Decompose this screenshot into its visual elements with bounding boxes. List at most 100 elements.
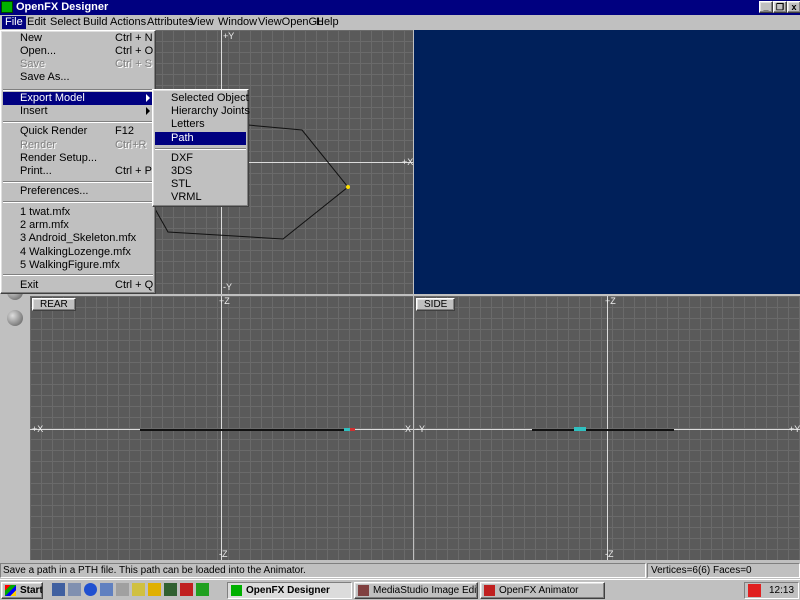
export-vrml[interactable]: VRML bbox=[155, 191, 246, 204]
tray-app-icon[interactable] bbox=[748, 584, 761, 597]
task-mediastudio[interactable]: MediaStudio Image Editor bbox=[354, 582, 478, 599]
export-letters[interactable]: Letters bbox=[155, 118, 246, 131]
file-menu: New Ctrl + N Open... Ctrl + O Save Ctrl … bbox=[0, 30, 156, 294]
recent-file-3[interactable]: 3 Android_Skeleton.mfx bbox=[3, 232, 153, 245]
menu-build[interactable]: Build bbox=[80, 16, 110, 29]
task-label: MediaStudio Image Editor bbox=[373, 585, 478, 596]
shortcut: F12 bbox=[115, 125, 134, 137]
menu-actions[interactable]: Actions bbox=[107, 16, 149, 29]
menu-item-label: New bbox=[20, 32, 43, 44]
export-path[interactable]: Path bbox=[155, 132, 246, 145]
export-3ds[interactable]: 3DS bbox=[155, 165, 246, 178]
z-axis-line bbox=[607, 296, 608, 560]
export-submenu: Selected Object Hierarchy Joints Letters… bbox=[152, 89, 250, 207]
menu-item-label: Quick Render bbox=[20, 125, 88, 137]
menu-item-save-as[interactable]: Save As... bbox=[3, 71, 153, 84]
menu-item-render-setup[interactable]: Render Setup... bbox=[3, 152, 153, 165]
side-viewport[interactable]: SIDE +Z -Z -Y +Y bbox=[414, 296, 800, 560]
start-button[interactable]: Start bbox=[1, 582, 43, 599]
quicklaunch-icon[interactable] bbox=[164, 583, 177, 596]
windows-logo-icon bbox=[5, 585, 16, 596]
perspective-viewport[interactable] bbox=[414, 30, 800, 294]
menu-separator bbox=[3, 181, 153, 183]
menu-item-preferences[interactable]: Preferences... bbox=[3, 185, 153, 198]
menu-help[interactable]: Help bbox=[313, 16, 342, 29]
menu-window[interactable]: Window bbox=[215, 16, 260, 29]
start-label: Start bbox=[20, 585, 43, 596]
openfx-designer-icon bbox=[231, 585, 242, 596]
clock: 12:13 bbox=[769, 585, 795, 596]
explorer-icon[interactable] bbox=[68, 583, 81, 596]
shortcut: Ctrl + S bbox=[115, 58, 152, 70]
menu-select[interactable]: Select bbox=[47, 16, 84, 29]
openfx-icon[interactable] bbox=[196, 583, 209, 596]
axis-label-bottom: -Z bbox=[219, 549, 228, 559]
recent-file-1[interactable]: 1 twat.mfx bbox=[3, 206, 153, 219]
menu-item-export-model[interactable]: Export Model bbox=[3, 92, 153, 105]
menu-item-print[interactable]: Print... Ctrl + P bbox=[3, 165, 153, 178]
quicklaunch-icon[interactable] bbox=[116, 583, 129, 596]
path-vertex-marker bbox=[350, 428, 355, 431]
export-selected-object[interactable]: Selected Object bbox=[155, 92, 249, 105]
close-button[interactable]: x bbox=[787, 1, 800, 13]
z-axis-line bbox=[221, 296, 222, 560]
menu-item-label: Print... bbox=[20, 165, 52, 177]
minimize-button[interactable]: _ bbox=[759, 1, 773, 13]
recent-file-5[interactable]: 5 WalkingFigure.mfx bbox=[3, 259, 153, 272]
task-label: OpenFX Designer bbox=[246, 585, 330, 596]
restore-button[interactable]: ❐ bbox=[773, 1, 787, 13]
side-view-label: SIDE bbox=[416, 298, 456, 311]
menu-item-save[interactable]: Save Ctrl + S bbox=[3, 58, 153, 71]
submenu-arrow-icon bbox=[146, 107, 150, 115]
show-desktop-icon[interactable] bbox=[52, 583, 65, 596]
axis-label-top: +Z bbox=[219, 296, 230, 306]
menu-separator bbox=[3, 121, 153, 123]
axis-label-top: +Z bbox=[605, 296, 616, 306]
task-openfx-designer[interactable]: OpenFX Designer bbox=[227, 582, 352, 599]
menu-item-label: Open... bbox=[20, 45, 57, 57]
shortcut: Ctrl+R bbox=[115, 139, 147, 151]
menu-edit[interactable]: Edit bbox=[24, 16, 49, 29]
menu-item-label: Insert bbox=[20, 105, 48, 117]
axis-label-right: -X bbox=[402, 424, 411, 434]
task-openfx-animator[interactable]: OpenFX Animator bbox=[480, 582, 605, 599]
path-vertex-marker bbox=[574, 427, 586, 431]
title-bar: OpenFX Designer _ ❐ x bbox=[0, 0, 800, 15]
menu-separator bbox=[3, 201, 153, 203]
notepad-icon[interactable] bbox=[132, 583, 145, 596]
shortcut: Ctrl + O bbox=[115, 45, 154, 57]
menu-view[interactable]: View bbox=[187, 16, 217, 29]
rear-view-label: REAR bbox=[32, 298, 76, 311]
menu-item-exit[interactable]: Exit Ctrl + Q bbox=[3, 279, 153, 292]
recent-file-4[interactable]: 4 WalkingLozenge.mfx bbox=[3, 246, 153, 259]
tool-sphere-icon[interactable] bbox=[7, 310, 23, 326]
menu-separator bbox=[3, 274, 153, 276]
media-player-icon[interactable] bbox=[148, 583, 161, 596]
menu-item-open[interactable]: Open... Ctrl + O bbox=[3, 45, 153, 58]
submenu-arrow-icon bbox=[146, 94, 150, 102]
openfx-animator-icon bbox=[484, 585, 495, 596]
recent-file-2[interactable]: 2 arm.mfx bbox=[3, 219, 153, 232]
menu-item-label: Render bbox=[20, 139, 57, 151]
menu-item-label: Save bbox=[20, 58, 46, 70]
path-edge-view bbox=[532, 429, 674, 431]
axis-label-left: +X bbox=[32, 424, 44, 434]
menu-item-render[interactable]: Render Ctrl+R bbox=[3, 139, 153, 152]
taskbar: Start OpenFX Designer MediaStudio Image … bbox=[0, 579, 800, 600]
app-icon bbox=[1, 1, 13, 13]
menu-file[interactable]: File bbox=[2, 16, 26, 29]
export-stl[interactable]: STL bbox=[155, 178, 246, 191]
axis-label-left: -Y bbox=[416, 424, 425, 434]
menu-item-quick-render[interactable]: Quick Render F12 bbox=[3, 125, 153, 138]
shortcut: Ctrl + P bbox=[115, 165, 152, 177]
internet-explorer-icon[interactable] bbox=[84, 583, 97, 596]
status-message: Save a path in a PTH file. This path can… bbox=[0, 563, 646, 578]
menu-item-new[interactable]: New Ctrl + N bbox=[3, 32, 153, 45]
export-hierarchy-joints[interactable]: Hierarchy Joints bbox=[155, 105, 250, 118]
menu-item-insert[interactable]: Insert bbox=[3, 105, 153, 118]
rear-viewport[interactable]: REAR +Z -Z +X -X bbox=[30, 296, 413, 560]
acrobat-icon[interactable] bbox=[180, 583, 193, 596]
outlook-icon[interactable] bbox=[100, 583, 113, 596]
export-dxf[interactable]: DXF bbox=[155, 152, 246, 165]
system-tray: 12:13 bbox=[744, 582, 799, 599]
